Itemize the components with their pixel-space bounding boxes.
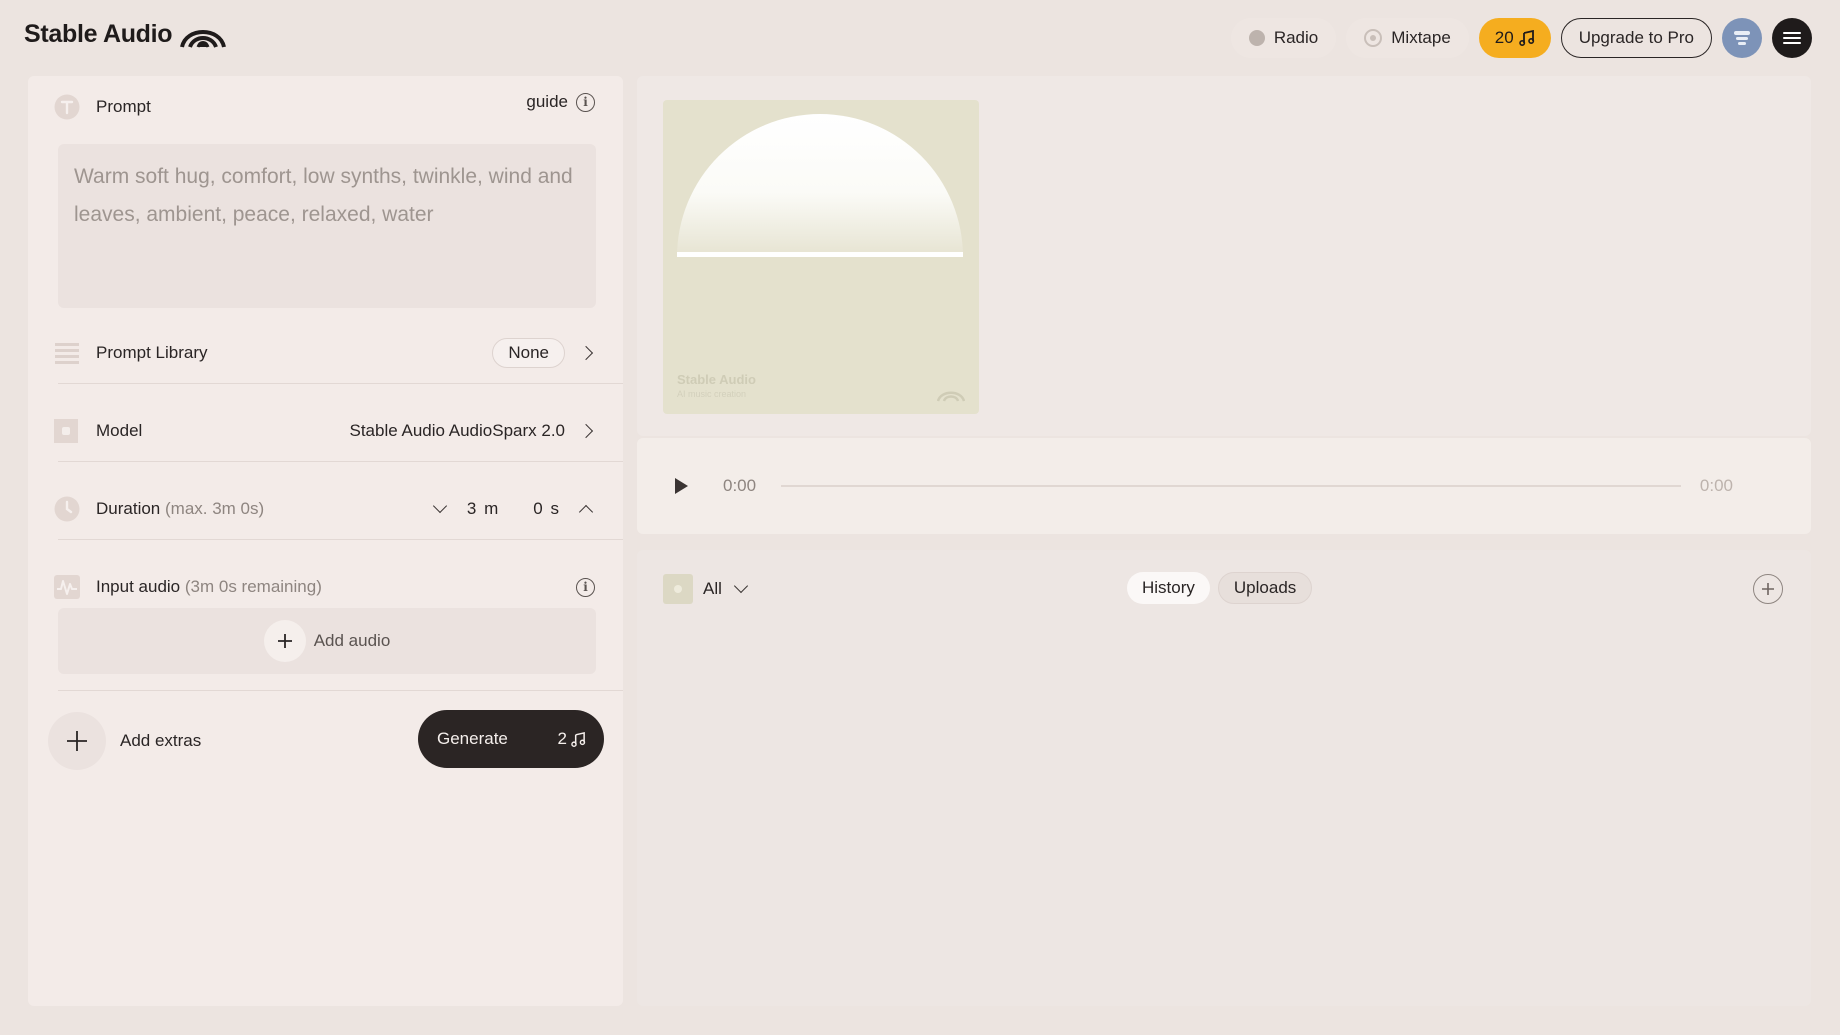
library-add-button[interactable] bbox=[1753, 574, 1783, 604]
tab-history[interactable]: History bbox=[1127, 572, 1210, 604]
tab-uploads[interactable]: Uploads bbox=[1217, 572, 1313, 604]
add-extras-button[interactable]: Add extras bbox=[48, 712, 201, 770]
filter-thumbnail-icon bbox=[663, 574, 693, 604]
prompt-input[interactable]: Warm soft hug, comfort, low synths, twin… bbox=[58, 144, 596, 308]
duration-seconds-unit: s bbox=[550, 499, 560, 518]
music-note-icon bbox=[1518, 30, 1534, 46]
stable-audio-logo-icon bbox=[180, 29, 227, 48]
model-row[interactable]: Model Stable Audio AudioSparx 2.0 bbox=[28, 406, 623, 456]
chevron-right-icon[interactable] bbox=[578, 345, 594, 361]
mixtape-disc-icon bbox=[1364, 29, 1383, 47]
text-t-icon bbox=[54, 94, 80, 120]
duration-controls: 3 m 0 s bbox=[432, 498, 595, 520]
divider bbox=[58, 690, 623, 691]
add-audio-label: Add audio bbox=[313, 631, 391, 650]
music-note-icon bbox=[571, 731, 586, 747]
generate-cost: 2 bbox=[558, 729, 586, 749]
waveform-icon bbox=[54, 575, 80, 599]
user-avatar[interactable] bbox=[1722, 18, 1762, 58]
cover-art: Stable Audio AI music creation bbox=[663, 100, 979, 414]
hamburger-menu-icon bbox=[1783, 32, 1801, 44]
generate-button[interactable]: Generate 2 bbox=[418, 710, 604, 768]
stable-audio-watermark-icon bbox=[937, 391, 965, 402]
total-time: 0:00 bbox=[1699, 476, 1733, 495]
top-bar: Stable Audio Radio Mixtape 20 Upgrade to… bbox=[0, 0, 1840, 76]
radio-dot-icon bbox=[1248, 30, 1265, 46]
duration-minutes-value: 3 bbox=[466, 499, 477, 518]
duration-minutes[interactable]: 3 m bbox=[467, 499, 498, 519]
cover-title: Stable Audio bbox=[677, 372, 756, 387]
current-time: 0:00 bbox=[723, 476, 757, 495]
prompt-guide-link[interactable]: guide i bbox=[526, 92, 595, 112]
chevron-down-icon bbox=[733, 578, 748, 594]
prompt-library-label: Prompt Library bbox=[96, 343, 208, 362]
duration-title: Duration bbox=[96, 499, 161, 518]
add-audio-button[interactable]: Add audio bbox=[58, 608, 596, 674]
plus-icon bbox=[1762, 583, 1774, 595]
info-icon: i bbox=[576, 92, 595, 112]
generate-cost-value: 2 bbox=[557, 729, 567, 748]
progress-track[interactable] bbox=[781, 485, 1681, 487]
brand-name: Stable Audio bbox=[24, 20, 173, 48]
audio-player: 0:00 0:00 bbox=[637, 438, 1811, 534]
input-audio-row: Input audio (3m 0s remaining) i bbox=[28, 562, 623, 612]
add-extras-label: Add extras bbox=[120, 731, 202, 750]
filter-label: All bbox=[703, 579, 722, 598]
main-menu-button[interactable] bbox=[1772, 18, 1812, 58]
radio-button[interactable]: Radio bbox=[1230, 18, 1337, 58]
mixtape-label: Mixtape bbox=[1391, 28, 1451, 47]
avatar-pattern-icon bbox=[1734, 31, 1750, 45]
guide-label: guide bbox=[526, 92, 568, 111]
sun-arch-graphic bbox=[677, 114, 963, 257]
library-tabs: History Uploads bbox=[1127, 572, 1313, 604]
input-audio-label: Input audio (3m 0s remaining) bbox=[96, 577, 322, 597]
prompt-library-row[interactable]: Prompt Library None bbox=[28, 328, 623, 378]
input-audio-remaining: (3m 0s remaining) bbox=[184, 577, 322, 596]
credits-badge[interactable]: 20 bbox=[1478, 18, 1551, 58]
add-extras-plus-icon bbox=[48, 712, 106, 770]
prompt-library-value[interactable]: None bbox=[492, 338, 565, 368]
chevron-right-icon[interactable] bbox=[578, 423, 594, 439]
clock-icon bbox=[54, 496, 80, 522]
divider bbox=[58, 461, 623, 462]
library-filter-dropdown[interactable]: All bbox=[663, 574, 748, 604]
input-audio-title: Input audio bbox=[96, 577, 181, 596]
brand-logo-link[interactable]: Stable Audio bbox=[24, 20, 227, 49]
credits-count: 20 bbox=[1494, 28, 1514, 47]
model-value: Stable Audio AudioSparx 2.0 bbox=[349, 421, 566, 440]
prompt-header: Prompt guide i bbox=[28, 92, 623, 122]
cover-subtitle: AI music creation bbox=[677, 389, 747, 399]
decrease-duration-chevron-down-icon[interactable] bbox=[432, 498, 447, 514]
mixtape-button[interactable]: Mixtape bbox=[1346, 18, 1469, 58]
list-lines-icon bbox=[55, 343, 79, 364]
radio-label: Radio bbox=[1273, 28, 1319, 47]
increase-duration-chevron-up-icon[interactable] bbox=[578, 504, 594, 520]
generation-panel: Prompt guide i Warm soft hug, comfort, l… bbox=[28, 76, 623, 1006]
input-audio-info-icon[interactable]: i bbox=[576, 577, 595, 597]
duration-label: Duration (max. 3m 0s) bbox=[96, 499, 264, 519]
model-label: Model bbox=[96, 421, 143, 440]
duration-max-note: (max. 3m 0s) bbox=[165, 499, 265, 518]
upgrade-to-pro-button[interactable]: Upgrade to Pro bbox=[1560, 18, 1712, 58]
duration-seconds[interactable]: 0 s bbox=[533, 499, 559, 519]
duration-minutes-unit: m bbox=[484, 499, 499, 518]
generate-label: Generate bbox=[437, 729, 508, 748]
divider bbox=[58, 383, 623, 384]
divider bbox=[58, 539, 623, 540]
model-square-icon bbox=[54, 419, 78, 443]
add-audio-plus-icon bbox=[263, 620, 306, 662]
duration-seconds-value: 0 bbox=[533, 499, 543, 518]
library-panel: All History Uploads bbox=[637, 550, 1811, 1006]
play-icon[interactable] bbox=[675, 478, 688, 494]
prompt-label: Prompt bbox=[96, 97, 151, 116]
track-artwork-panel: Stable Audio AI music creation bbox=[637, 76, 1811, 436]
top-nav: Radio Mixtape 20 Upgrade to Pro bbox=[1230, 18, 1812, 58]
horizon-line bbox=[677, 252, 963, 257]
duration-row: Duration (max. 3m 0s) 3 m 0 s bbox=[28, 484, 623, 534]
